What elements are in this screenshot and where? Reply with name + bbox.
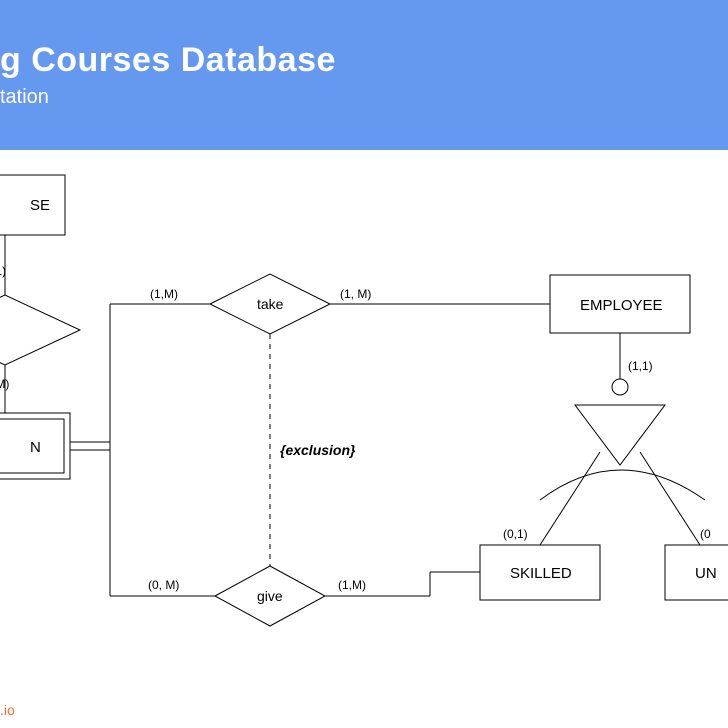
entity-employee-label: EMPLOYEE <box>580 297 663 314</box>
generalization-arc <box>540 470 705 500</box>
card-give-right: (1,M) <box>338 578 366 592</box>
card-give-left: (0, M) <box>148 578 179 592</box>
generalization-triangle <box>575 405 665 465</box>
diagram-canvas: SE ,1) ,M) N (1,M) (0, M) take give {exc… <box>0 150 728 728</box>
entity-skilled-label: SKILLED <box>510 565 572 582</box>
card-take-right: (1, M) <box>340 287 371 301</box>
gen-circle <box>612 379 628 395</box>
relationship-left <box>0 295 80 365</box>
entity-unskilled-label: UN <box>695 565 717 582</box>
er-diagram-svg: SE ,1) ,M) N (1,M) (0, M) take give {exc… <box>0 150 728 728</box>
entity-top-left-label: SE <box>30 197 50 214</box>
relationship-take-label: take <box>257 296 284 312</box>
page-title: g Courses Database <box>0 41 728 80</box>
relationship-give-label: give <box>257 588 283 604</box>
edge-gen-unskilled <box>640 452 700 545</box>
card-take-left: (1,M) <box>150 287 178 301</box>
card-skilled-top: (0,1) <box>503 527 528 541</box>
edge-gen-skilled <box>540 452 600 545</box>
footer-link[interactable]: .io <box>0 702 15 718</box>
card-emp-gen: (1,1) <box>628 359 653 373</box>
card-left-top: ,1) <box>0 264 6 278</box>
entity-n-label: N <box>30 439 41 456</box>
header: g Courses Database tation <box>0 0 728 150</box>
card-unskilled-top: (0 <box>700 527 711 541</box>
card-left-bottom: ,M) <box>0 377 9 391</box>
page-subtitle: tation <box>0 86 728 109</box>
constraint-label: {exclusion} <box>280 442 356 458</box>
